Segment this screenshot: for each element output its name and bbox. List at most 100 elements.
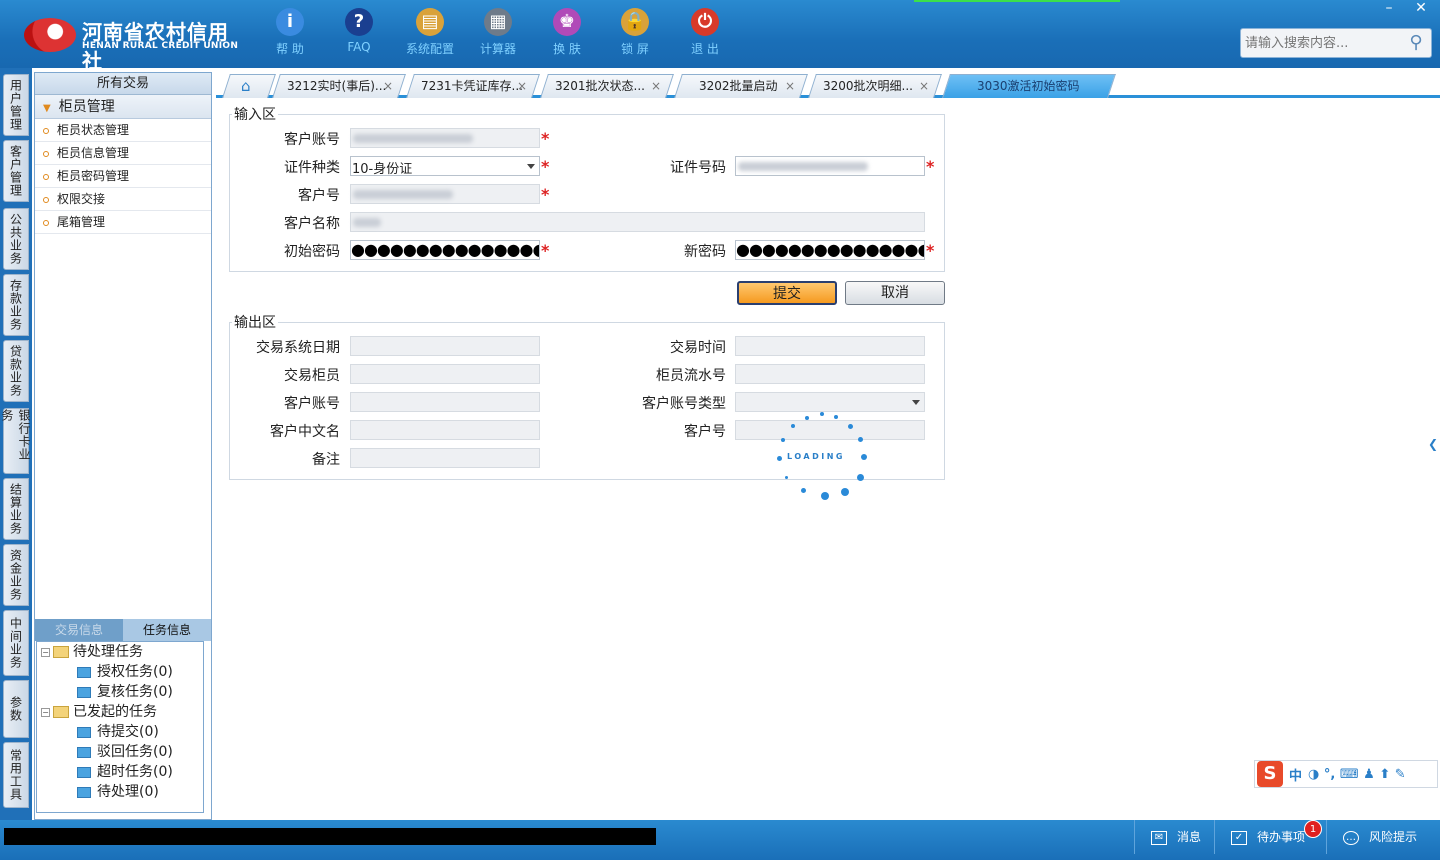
tree-node-initiated[interactable]: − 已发起的任务 (41, 702, 157, 722)
sidebar-header[interactable]: 所有交易 (35, 73, 211, 95)
module-tab-10[interactable]: 常用工具 (3, 742, 29, 808)
out-account-field[interactable] (350, 392, 540, 412)
tree-node-pending[interactable]: − 待处理任务 (41, 642, 143, 662)
toolbar-button-1[interactable]: ? FAQ (329, 8, 389, 54)
trans-date-label: 交易系统日期 (256, 340, 340, 356)
submit-button[interactable]: 提交 (737, 281, 837, 305)
toolbar-button-5[interactable]: 🔒 锁 屏 (605, 8, 665, 57)
tab-3200[interactable]: 3200批次明细... × (808, 74, 942, 98)
tab-3212[interactable]: 3212实时(事后)... × (272, 74, 406, 98)
folder-icon (77, 686, 91, 698)
tab-task-info[interactable]: 任务信息 (123, 619, 211, 641)
trans-time-label: 交易时间 (670, 340, 726, 356)
cust-name-label: 客户名称 (284, 216, 340, 232)
tab-home[interactable]: ⌂ (222, 74, 276, 98)
collapse-icon[interactable]: − (41, 707, 50, 717)
checkbox-icon: ✓ (1231, 830, 1247, 845)
tree-label: 已发起的任务 (73, 704, 157, 720)
module-tab-0[interactable]: 用户管理 (3, 74, 29, 136)
toolbar-button-3[interactable]: ▦ 计算器 (468, 8, 528, 57)
sidebar-item-1[interactable]: 柜员信息管理 (35, 142, 211, 165)
ime-tool-icons[interactable]: ◑ °, ⌨ ♟ ⬆ ✎ (1308, 767, 1406, 782)
close-window-button[interactable]: ✕ (1406, 0, 1436, 18)
message-button[interactable]: ✉ 消息 (1134, 820, 1214, 854)
module-tab-8[interactable]: 中间业务 (3, 610, 29, 676)
sidebar-item-label: 柜员信息管理 (57, 146, 130, 160)
tab-3202[interactable]: 3202批量启动 × (674, 74, 808, 98)
teller-field[interactable] (350, 364, 540, 384)
module-tab-4[interactable]: 贷款业务 (3, 340, 29, 402)
todo-count-badge: 1 (1304, 820, 1322, 838)
toolbar-label: 退 出 (691, 42, 719, 56)
cust-name-field[interactable] (350, 212, 925, 232)
module-tab-7[interactable]: 资金业务 (3, 544, 29, 606)
cust-cn-name-field[interactable] (350, 420, 540, 440)
cancel-button[interactable]: 取消 (845, 281, 945, 305)
module-tab-5[interactable]: 银行卡业务 (0, 408, 31, 474)
module-tab-6[interactable]: 结算业务 (3, 478, 29, 540)
cust-no-field[interactable] (350, 184, 540, 204)
sidebar-item-0[interactable]: 柜员状态管理 (35, 119, 211, 142)
module-tab-3[interactable]: 存款业务 (3, 274, 29, 336)
folder-icon (77, 746, 91, 758)
module-tab-2[interactable]: 公共业务 (3, 208, 29, 270)
sidebar-item-4[interactable]: 尾箱管理 (35, 211, 211, 234)
id-type-select[interactable]: 10-身份证 (350, 156, 540, 177)
bullet-icon (43, 127, 49, 134)
close-tab-icon[interactable]: × (651, 75, 661, 97)
search-icon[interactable]: ⚲ (1405, 32, 1427, 54)
tree-node-review[interactable]: 复核任务(0) (77, 682, 173, 702)
init-pwd-value: ●●●●●●●●●●●●●●●● (351, 240, 539, 259)
tab-3201[interactable]: 3201批次状态... × (540, 74, 674, 98)
close-tab-icon[interactable]: × (517, 75, 527, 97)
serial-field[interactable] (735, 364, 925, 384)
minimize-button[interactable]: – (1374, 0, 1404, 18)
tree-label: 驳回任务(0) (97, 744, 173, 760)
shirt-icon: ♚ (553, 8, 581, 36)
risk-button[interactable]: … 风险提示 (1326, 820, 1440, 854)
tab-trade-info[interactable]: 交易信息 (35, 619, 123, 641)
remark-field[interactable] (350, 448, 540, 468)
module-tab-1[interactable]: 客户管理 (3, 140, 29, 202)
sogou-icon[interactable]: S (1257, 761, 1283, 787)
tree-node-to-submit[interactable]: 待提交(0) (77, 722, 159, 742)
toolbar-button-2[interactable]: ▤ 系统配置 (400, 8, 460, 57)
sidebar-item-3[interactable]: 权限交接 (35, 188, 211, 211)
sidebar-item-2[interactable]: 柜员密码管理 (35, 165, 211, 188)
new-pwd-field[interactable]: ●●●●●●●●●●●●●●●● (735, 240, 925, 260)
tab-3030-active[interactable]: 3030激活初始密码 (942, 74, 1116, 98)
output-area-legend: 输出区 (234, 315, 276, 331)
collapse-icon[interactable]: − (41, 647, 50, 657)
spinner-dot (861, 454, 867, 460)
toolbar-button-4[interactable]: ♚ 换 肤 (537, 8, 597, 57)
ime-mode[interactable]: 中 (1289, 765, 1302, 784)
id-type-value: 10-身份证 (352, 162, 413, 177)
account-field[interactable] (350, 128, 540, 148)
tree-label: 待处理任务 (73, 644, 143, 660)
tree-node-timeout[interactable]: 超时任务(0) (77, 762, 173, 782)
toolbar-button-6[interactable]: ⏻ 退 出 (675, 8, 735, 57)
close-tab-icon[interactable]: × (785, 75, 795, 97)
tree-node-to-process[interactable]: 待处理(0) (77, 782, 159, 802)
close-tab-icon[interactable]: × (383, 75, 393, 97)
toolbar-button-0[interactable]: i 帮 助 (260, 8, 320, 57)
ime-toolbar: S 中 ◑ °, ⌨ ♟ ⬆ ✎ (1254, 760, 1438, 788)
toolbox-icon: ▤ (416, 8, 444, 36)
module-tab-9[interactable]: 参数 (3, 680, 29, 738)
trans-time-field[interactable] (735, 336, 925, 356)
expand-panel-icon[interactable]: ❮ (1428, 424, 1438, 464)
trans-date-field[interactable] (350, 336, 540, 356)
power-icon: ⏻ (691, 8, 719, 36)
tree-node-rejected[interactable]: 驳回任务(0) (77, 742, 173, 762)
account-type-select[interactable] (735, 392, 925, 412)
sidebar-group-teller-management[interactable]: ▼ 柜员管理 (35, 95, 211, 119)
id-no-field[interactable] (735, 156, 925, 176)
new-pwd-value: ●●●●●●●●●●●●●●●● (736, 240, 924, 259)
close-tab-icon[interactable]: × (919, 75, 929, 97)
tree-node-auth[interactable]: 授权任务(0) (77, 662, 173, 682)
tab-7231[interactable]: 7231卡凭证库存... × (406, 74, 540, 98)
search-input[interactable] (1241, 29, 1401, 57)
init-pwd-field[interactable]: ●●●●●●●●●●●●●●●● (350, 240, 540, 260)
collapse-triangle-icon: ▼ (43, 103, 51, 114)
bullet-icon (43, 173, 49, 180)
